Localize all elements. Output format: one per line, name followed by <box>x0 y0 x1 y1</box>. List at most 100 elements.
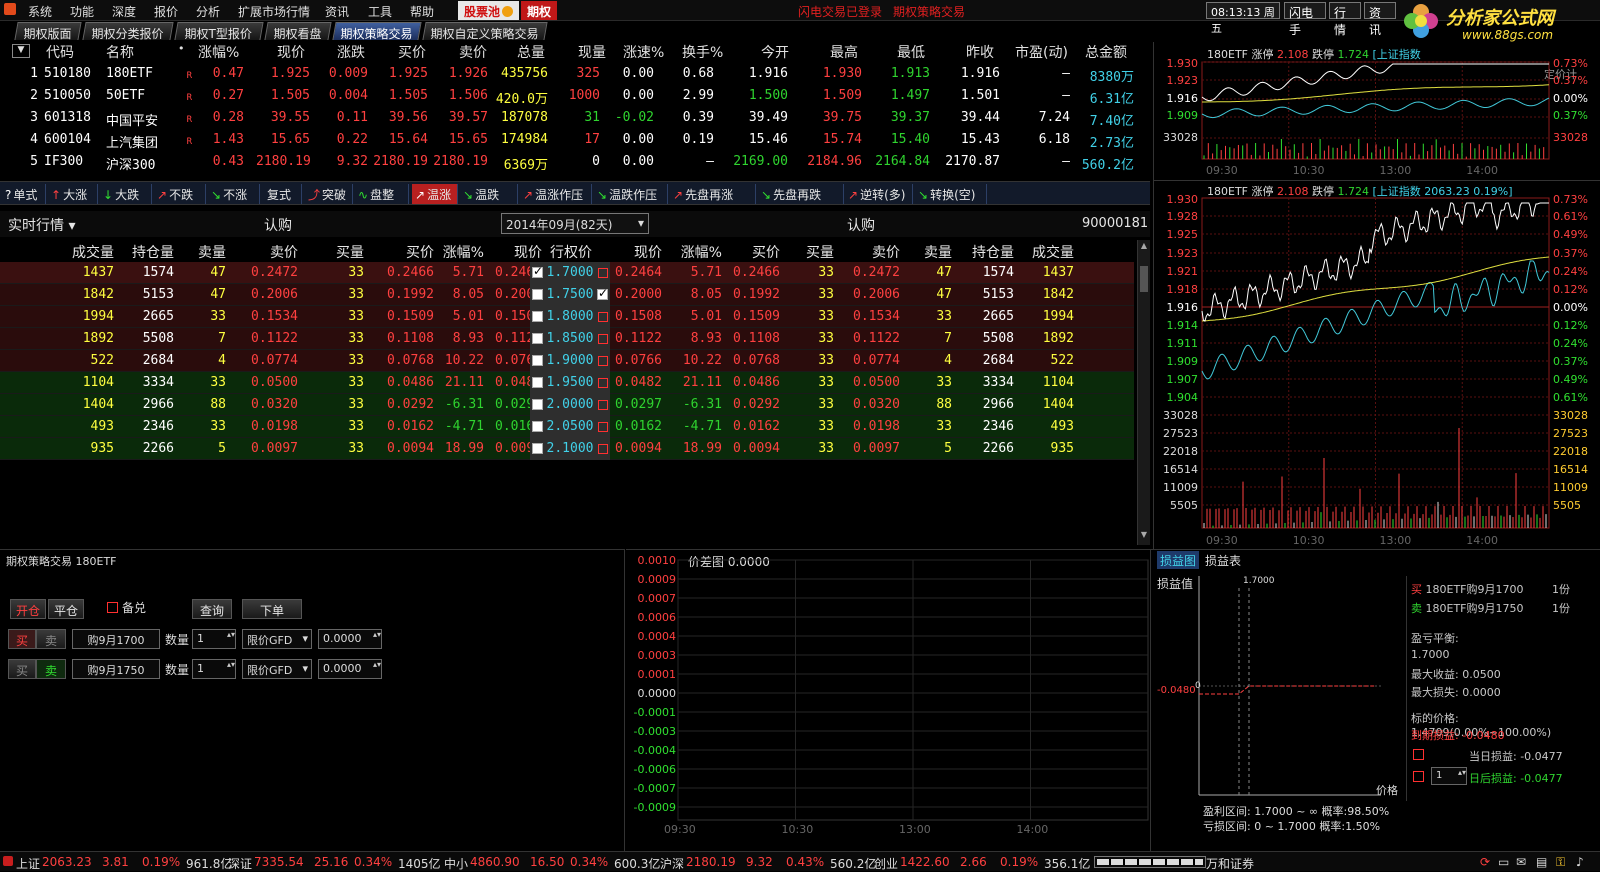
menu-analysis[interactable]: 分析 <box>196 3 220 20</box>
leg2-buy-button[interactable]: 买 <box>8 659 36 679</box>
col-volume[interactable]: 总量 <box>517 42 545 62</box>
status-index-name[interactable]: 深证 <box>228 855 252 872</box>
leg1-price-stepper[interactable]: 0.0000 <box>318 629 382 649</box>
tab-option-strategy[interactable]: 期权策略交易 <box>332 22 422 41</box>
news-tab-button[interactable]: 资讯 <box>1364 2 1396 37</box>
quote-name-1[interactable]: 180ETF <box>106 66 176 81</box>
quote-code-5[interactable]: IF300 <box>44 154 96 169</box>
opt-col-left-5[interactable]: 买价 <box>376 242 434 262</box>
call-select-checkbox[interactable] <box>532 311 543 322</box>
open-position-button[interactable]: 开仓 <box>10 599 46 619</box>
flash-trader-button[interactable]: 闪电手 <box>1284 2 1326 37</box>
refresh-icon[interactable]: ⟳ <box>1480 855 1490 869</box>
opt-col-right-0[interactable]: 现价 <box>608 242 662 262</box>
scroll-down-icon[interactable]: ▼ <box>1139 530 1149 542</box>
quote-name-5[interactable]: 沪深300 <box>106 154 176 173</box>
col-name[interactable]: 名称 <box>106 42 134 62</box>
option-row[interactable]: 1994 2665 33 0.1534 33 0.1509 5.01 0.1508 1.8000… <box>0 306 1134 328</box>
close-position-button[interactable]: 平仓 <box>48 599 84 619</box>
put-select-checkbox[interactable] <box>598 312 608 322</box>
today-pnl-checkbox[interactable] <box>1413 749 1424 760</box>
strategy-button-13[interactable]: ↘ 先盘再跌 <box>758 184 844 204</box>
option-row[interactable]: 935 2266 5 0.0097 33 0.0094 18.99 0.0094 2.1000 0… <box>0 438 1134 460</box>
col-diff[interactable]: 涨跌 <box>337 42 365 62</box>
opt-col-left-0[interactable]: 成交量 <box>50 242 114 262</box>
quote-code-3[interactable]: 601318 <box>44 110 96 125</box>
option-row[interactable]: 493 2346 33 0.0198 33 0.0162 -4.71 0.0162 2.0500… <box>0 416 1134 438</box>
realtime-dropdown[interactable]: 实时行情 ▾ <box>8 215 75 235</box>
order-button[interactable]: 下单 <box>242 599 302 619</box>
leg2-sell-button[interactable]: 卖 <box>36 659 66 679</box>
status-index-name[interactable]: 中小 <box>444 855 468 872</box>
call-select-checkbox[interactable] <box>532 421 543 432</box>
put-select-checkbox[interactable] <box>598 378 608 388</box>
strategy-button-9[interactable]: ↘ 温跌 <box>460 184 518 204</box>
strategy-button-6[interactable]: ⤴ 突破 <box>305 184 353 204</box>
future-pnl-checkbox[interactable] <box>1413 771 1424 782</box>
strategy-button-7[interactable]: ∿ 盘整 <box>355 184 409 204</box>
leg1-contract-input[interactable]: 购9月1700 <box>72 629 160 649</box>
call-select-checkbox[interactable] <box>532 355 543 366</box>
leg2-contract-input[interactable]: 购9月1750 <box>72 659 160 679</box>
opt-col-strike[interactable]: 行权价 <box>544 242 598 262</box>
status-index-name[interactable]: 上证 <box>16 855 40 872</box>
option-row[interactable]: 1842 5153 47 0.2006 33 0.1992 8.05 0.2000 1.7500… <box>0 284 1134 306</box>
message-icon[interactable]: ▤ <box>1536 855 1547 869</box>
strategy-button-2[interactable]: ↓ 大跌 <box>100 184 152 204</box>
menu-depth[interactable]: 深度 <box>112 3 136 20</box>
col-amount[interactable]: 总金额 <box>1085 42 1127 62</box>
option-scrollbar[interactable]: ▲ ▼ <box>1137 240 1150 545</box>
scroll-up-icon[interactable]: ▲ <box>1139 241 1149 253</box>
opt-col-left-2[interactable]: 卖量 <box>180 242 226 262</box>
leg1-sell-button[interactable]: 卖 <box>36 629 66 649</box>
opt-col-left-6[interactable]: 涨幅% <box>432 242 484 262</box>
menu-function[interactable]: 功能 <box>70 3 94 20</box>
put-select-checkbox[interactable] <box>598 334 608 344</box>
quote-name-4[interactable]: 上汽集团 <box>106 132 176 151</box>
col-code[interactable]: 代码 <box>46 42 74 62</box>
menu-system[interactable]: 系统 <box>28 3 52 20</box>
call-select-checkbox[interactable] <box>532 443 543 454</box>
put-select-checkbox[interactable] <box>598 400 608 410</box>
strategy-button-14[interactable]: ↗ 逆转(多) <box>845 184 913 204</box>
call-select-checkbox[interactable] <box>532 333 543 344</box>
col-turnover[interactable]: 换手% <box>682 42 723 62</box>
tab-option-category[interactable]: 期权分类报价 <box>82 22 174 41</box>
option-row[interactable]: 1404 2966 88 0.0320 33 0.0292 -6.31 0.0297 2.000… <box>0 394 1134 416</box>
strategy-button-5[interactable]: 复式 <box>262 184 302 204</box>
menu-quote[interactable]: 报价 <box>154 3 178 20</box>
leg2-order-type-select[interactable]: 限价GFD ▾ <box>242 659 312 679</box>
option-row[interactable]: 1892 5508 7 0.1122 33 0.1108 8.93 0.1122 1.8500 0… <box>0 328 1134 350</box>
option-menu-button[interactable]: 期权 <box>521 1 558 20</box>
mail-icon[interactable]: ✉ <box>1516 855 1526 869</box>
opt-col-right-5[interactable]: 卖量 <box>906 242 952 262</box>
lock-icon[interactable]: ⚿ <box>1556 855 1565 870</box>
strategy-button-12[interactable]: ↗ 先盘再涨 <box>670 184 756 204</box>
quote-tab-button[interactable]: 行情 <box>1329 2 1361 37</box>
opt-col-right-3[interactable]: 买量 <box>788 242 834 262</box>
cover-checkbox[interactable] <box>107 602 118 613</box>
col-price[interactable]: 现价 <box>277 42 305 62</box>
leg1-order-type-select[interactable]: 限价GFD ▾ <box>242 629 312 649</box>
strategy-button-3[interactable]: ↗ 不跌 <box>154 184 206 204</box>
menu-info[interactable]: 资讯 <box>325 3 349 20</box>
future-days-stepper[interactable]: 1 <box>1431 767 1467 785</box>
menu-help[interactable]: 帮助 <box>410 3 434 20</box>
opt-col-right-1[interactable]: 涨幅% <box>668 242 722 262</box>
status-index-name[interactable]: 创业 <box>874 855 898 872</box>
strategy-button-11[interactable]: ↘ 温跌作压 <box>594 184 668 204</box>
quote-code-1[interactable]: 510180 <box>44 66 96 81</box>
col-cur-volume[interactable]: 现量 <box>578 42 606 62</box>
opt-col-left-7[interactable]: 现价 <box>488 242 542 262</box>
opt-col-left-3[interactable]: 卖价 <box>240 242 298 262</box>
col-low[interactable]: 最低 <box>897 42 925 62</box>
opt-col-right-6[interactable]: 持仓量 <box>958 242 1014 262</box>
option-row[interactable]: 1437 1574 47 0.2472 33 0.2466 5.71 0.2464 1.7000… <box>0 262 1134 284</box>
put-select-checkbox[interactable] <box>598 268 608 278</box>
option-row[interactable]: 1104 3334 33 0.0500 33 0.0486 21.11 0.0482 1.950… <box>0 372 1134 394</box>
opt-col-right-7[interactable]: 成交量 <box>1014 242 1074 262</box>
call-select-checkbox[interactable] <box>532 377 543 388</box>
call-select-checkbox[interactable] <box>532 399 543 410</box>
option-row[interactable]: 522 2684 4 0.0774 33 0.0768 10.22 0.0766 1.9000 0… <box>0 350 1134 372</box>
scroll-thumb[interactable] <box>1140 266 1148 292</box>
